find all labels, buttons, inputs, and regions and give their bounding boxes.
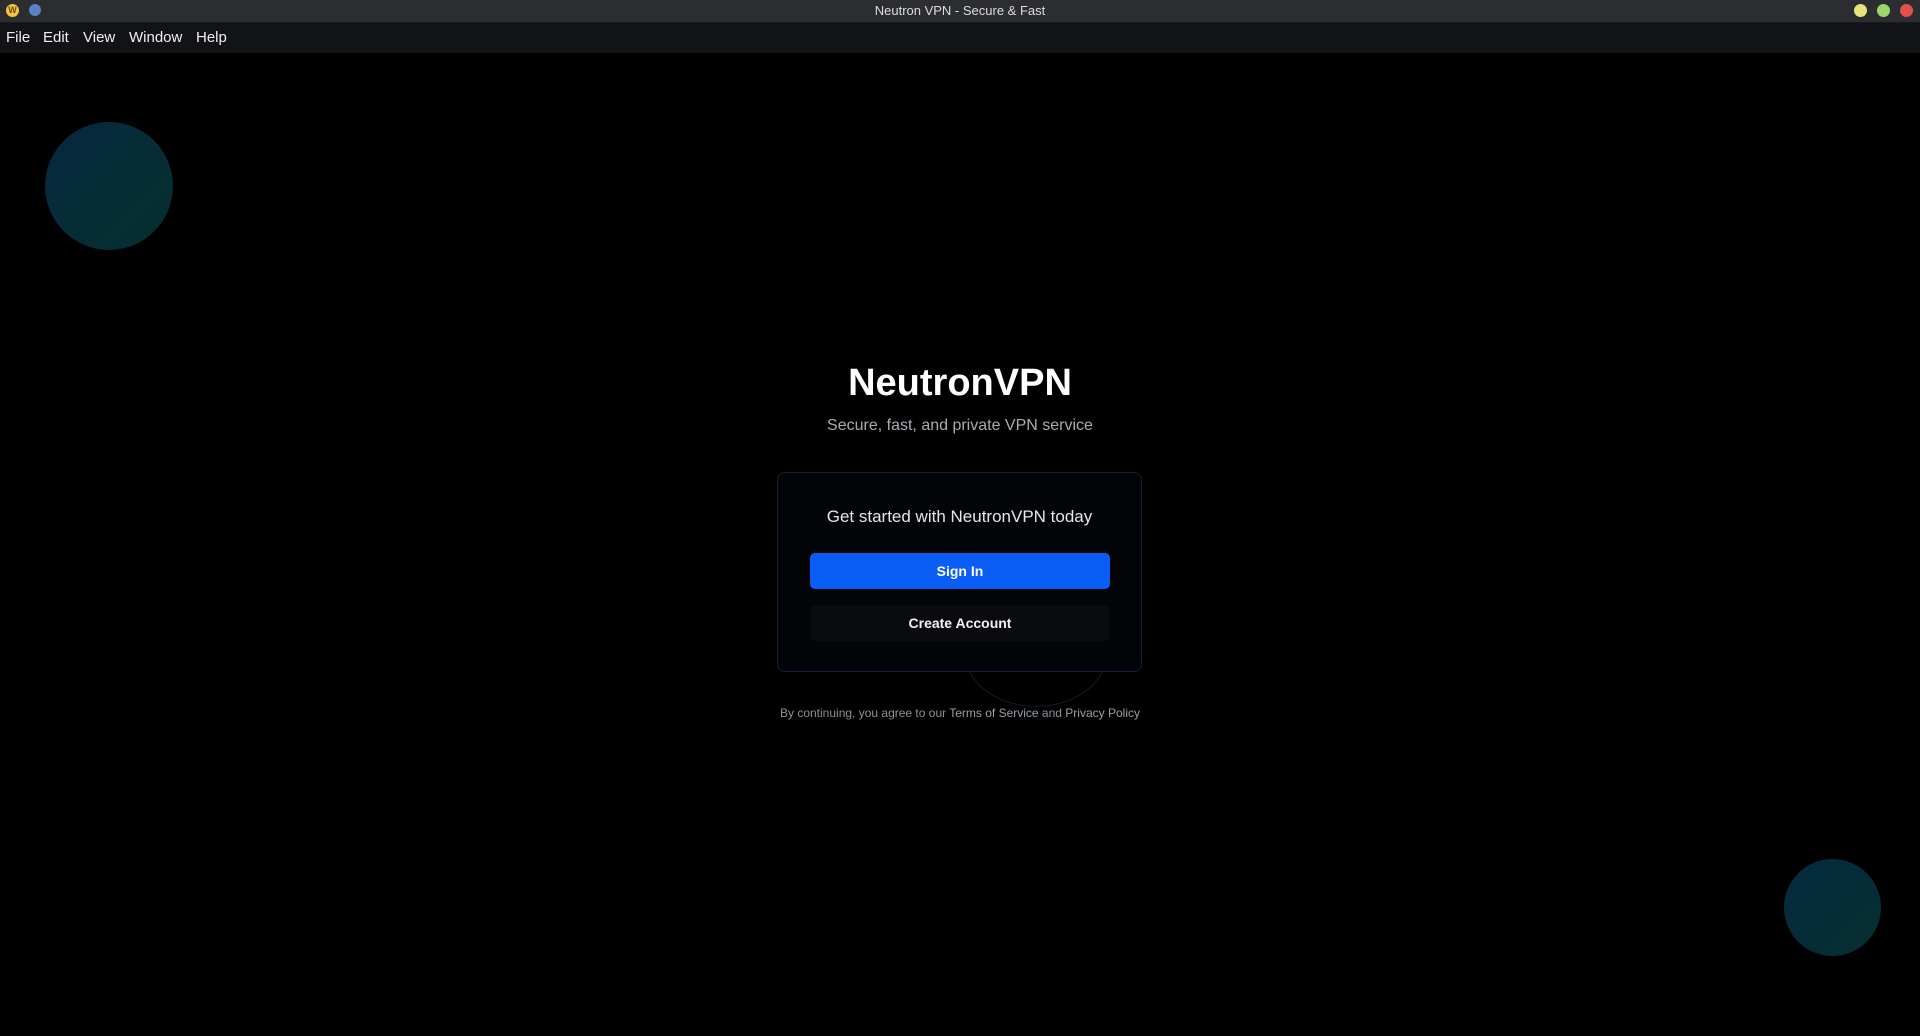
sign-in-button[interactable]: Sign In	[810, 553, 1110, 589]
legal-prefix: By continuing, you agree to our	[780, 706, 950, 720]
legal-notice: By continuing, you agree to our Terms of…	[0, 706, 1920, 720]
card-heading: Get started with NeutronVPN today	[826, 507, 1093, 526]
brand-tagline: Secure, fast, and private VPN service	[827, 417, 1093, 434]
decorative-orb-top-left	[45, 122, 173, 250]
window-title: Neutron VPN - Secure & Fast	[874, 3, 1046, 18]
privacy-policy-link[interactable]: Privacy Policy	[1065, 706, 1140, 720]
brand-title: NeutronVPN	[848, 362, 1072, 404]
menu-help[interactable]: Help	[196, 23, 227, 53]
close-button[interactable]	[1900, 4, 1913, 17]
menu-file[interactable]: File	[6, 23, 30, 53]
create-account-button[interactable]: Create Account	[810, 605, 1110, 641]
menu-edit[interactable]: Edit	[43, 23, 69, 53]
menu-bar: File Edit View Window Help	[0, 23, 1920, 53]
decorative-orb-bottom-right	[1784, 859, 1881, 956]
maximize-button[interactable]	[1877, 4, 1890, 17]
title-bar: W Neutron VPN - Secure & Fast	[0, 0, 1920, 23]
welcome-card: Get started with NeutronVPN today Sign I…	[777, 472, 1142, 672]
menu-view[interactable]: View	[83, 23, 115, 53]
terms-of-service-link[interactable]: Terms of Service	[949, 706, 1038, 720]
menu-window[interactable]: Window	[129, 23, 182, 53]
legal-and: and	[1038, 706, 1066, 720]
minimize-button[interactable]	[1854, 4, 1867, 17]
